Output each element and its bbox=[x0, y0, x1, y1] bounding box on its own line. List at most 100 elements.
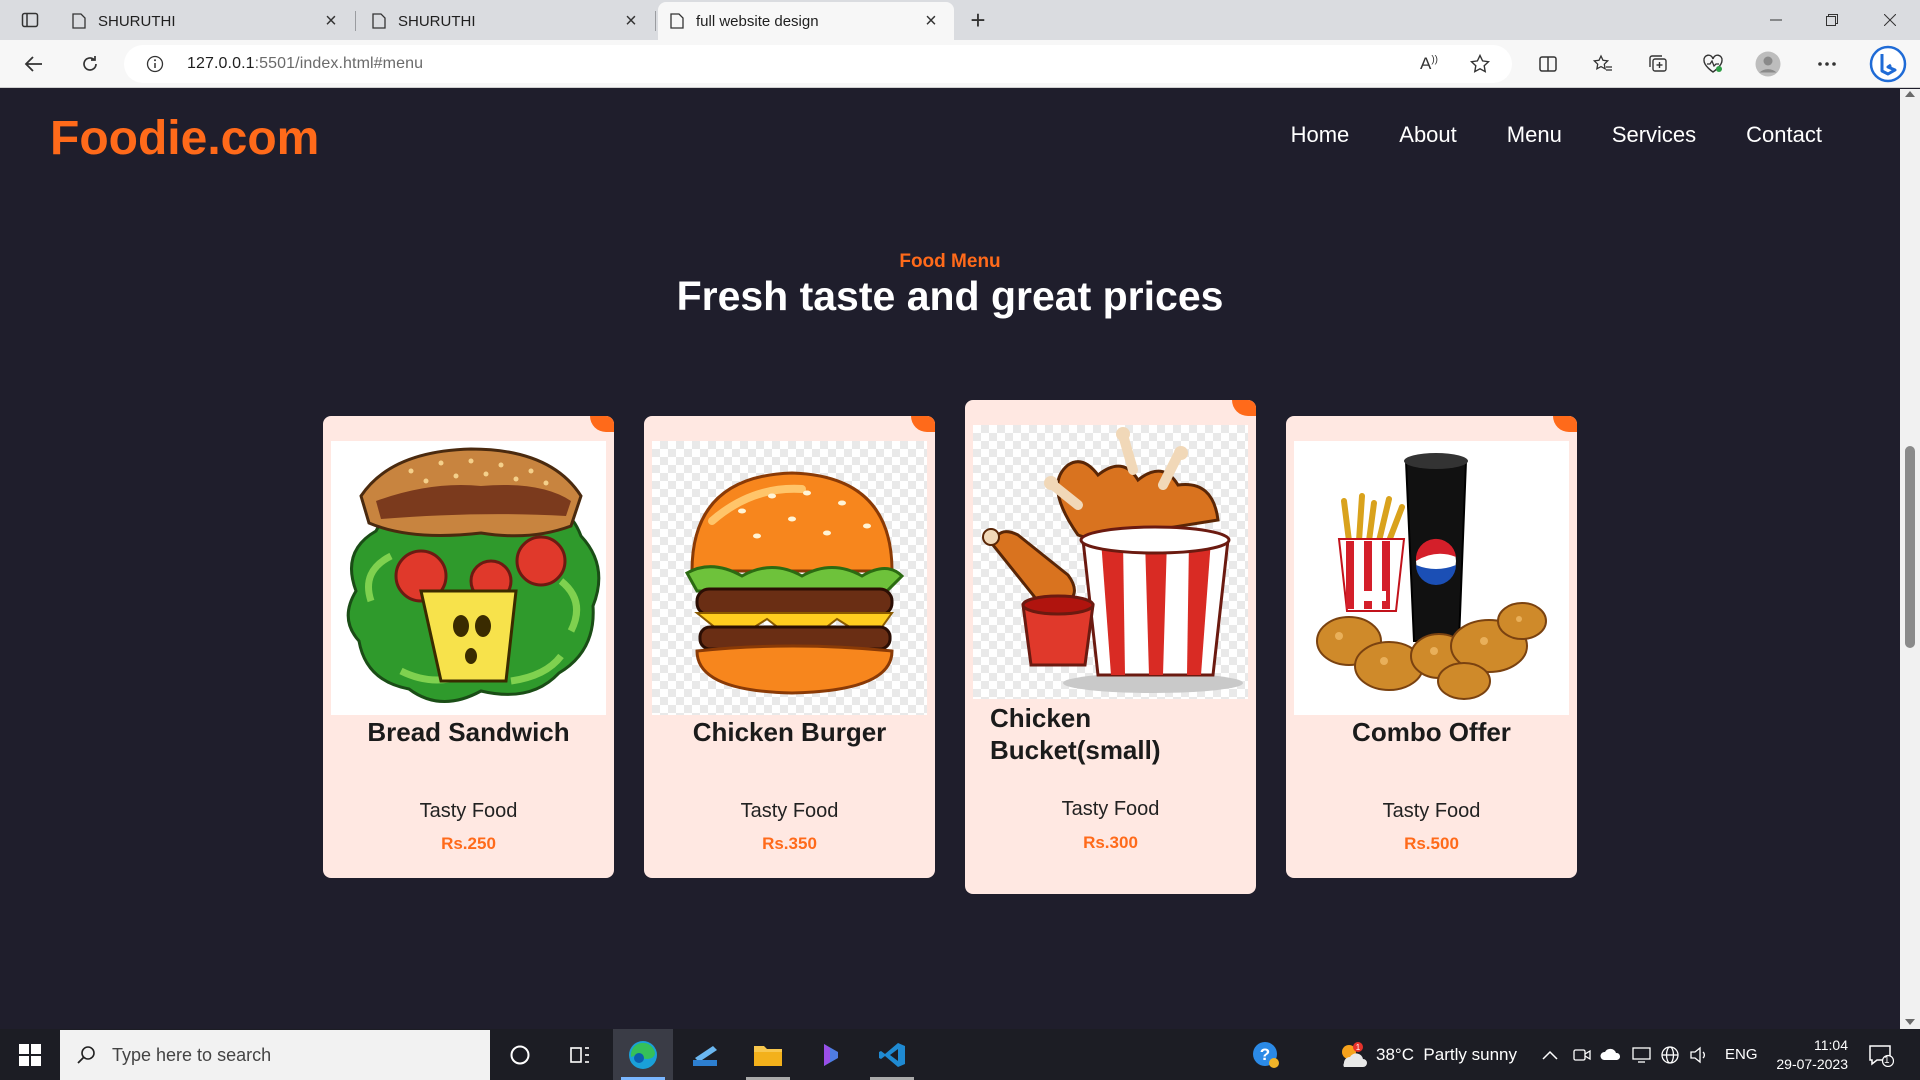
close-tab-icon[interactable]: × bbox=[320, 10, 342, 33]
tab-title: SHURUTHI bbox=[398, 12, 476, 30]
meet-now-icon[interactable] bbox=[1573, 1029, 1591, 1080]
more-options-icon[interactable] bbox=[1811, 48, 1843, 80]
scroll-down-arrow-icon[interactable] bbox=[1905, 1019, 1915, 1025]
help-icon[interactable]: ? bbox=[1240, 1029, 1292, 1080]
task-view-icon[interactable] bbox=[550, 1029, 610, 1080]
browser-tab-active[interactable]: full website design × bbox=[658, 2, 954, 40]
new-tab-button[interactable]: + bbox=[964, 5, 992, 35]
minimize-button[interactable] bbox=[1748, 0, 1804, 40]
restore-button[interactable] bbox=[1804, 0, 1860, 40]
collections-icon[interactable] bbox=[1642, 48, 1674, 80]
page-icon bbox=[670, 13, 684, 29]
card-price: Rs.300 bbox=[1083, 833, 1138, 852]
nav-home[interactable]: Home bbox=[1291, 122, 1350, 148]
card-price: Rs.250 bbox=[441, 834, 496, 853]
copilot-app-icon[interactable] bbox=[800, 1029, 860, 1080]
vscode-icon[interactable] bbox=[862, 1029, 922, 1080]
card-title: Bread Sandwich bbox=[367, 717, 570, 747]
close-tab-icon[interactable]: × bbox=[620, 10, 642, 33]
card-corner-accent bbox=[590, 416, 614, 432]
back-icon[interactable] bbox=[18, 48, 50, 80]
weather-text: 38°C Partly sunny bbox=[1376, 1044, 1517, 1064]
windows-start-icon[interactable] bbox=[0, 1029, 60, 1080]
windows-taskbar: Type here to search ? 1 38°C Partly sunn… bbox=[0, 1029, 1920, 1080]
menu-card-chicken-burger[interactable]: Chicken Burger Tasty Food Rs.350 bbox=[644, 416, 935, 878]
card-description: Tasty Food bbox=[419, 800, 518, 822]
file-explorer-pin-icon[interactable] bbox=[676, 1029, 736, 1080]
menu-card-combo-offer[interactable]: Combo Offer Tasty Food Rs.500 bbox=[1286, 416, 1577, 878]
page-scrollbar[interactable] bbox=[1900, 89, 1920, 1029]
favorite-star-icon[interactable] bbox=[1470, 54, 1490, 74]
card-title: Chicken Burger bbox=[692, 717, 887, 747]
nav-about[interactable]: About bbox=[1399, 122, 1457, 148]
menu-card-bread-sandwich[interactable]: Bread Sandwich Tasty Food Rs.250 bbox=[323, 416, 614, 878]
tab-title: full website design bbox=[696, 12, 819, 30]
volume-icon[interactable] bbox=[1689, 1029, 1709, 1080]
display-icon[interactable] bbox=[1632, 1029, 1652, 1080]
nav-services[interactable]: Services bbox=[1612, 122, 1696, 148]
split-screen-icon[interactable] bbox=[1532, 48, 1564, 80]
clock-date: 29-07-2023 bbox=[1776, 1055, 1848, 1072]
weather-icon: 1 bbox=[1342, 1041, 1367, 1067]
svg-text:?: ? bbox=[1260, 1045, 1270, 1064]
language-indicator[interactable]: ENG bbox=[1725, 1029, 1758, 1080]
url-path: :5501/index.html#menu bbox=[254, 55, 424, 72]
card-corner-accent bbox=[1553, 416, 1577, 432]
nav-menu[interactable]: Menu bbox=[1507, 122, 1562, 148]
bing-copilot-icon[interactable] bbox=[1868, 44, 1908, 84]
card-title: Chicken Bucket(small) bbox=[990, 703, 1161, 765]
card-price: Rs.500 bbox=[1404, 834, 1459, 853]
combo-offer-image bbox=[1294, 441, 1569, 715]
profile-avatar[interactable] bbox=[1752, 48, 1784, 80]
tab-title: SHURUTHI bbox=[98, 12, 176, 30]
main-nav: Home About Menu Services Contact bbox=[1291, 122, 1822, 148]
edge-taskbar-icon[interactable] bbox=[613, 1029, 673, 1080]
favorites-icon[interactable] bbox=[1587, 48, 1619, 80]
site-logo[interactable]: Foodie.com bbox=[50, 111, 319, 166]
nav-contact[interactable]: Contact bbox=[1746, 122, 1822, 148]
page-icon bbox=[72, 13, 86, 29]
weather-widget[interactable]: 1 38°C Partly sunny bbox=[1336, 1029, 1517, 1080]
browser-tab-2[interactable]: SHURUTHI × bbox=[360, 2, 656, 40]
browser-essentials-icon[interactable] bbox=[1697, 48, 1729, 80]
taskbar-search-input[interactable]: Type here to search bbox=[60, 1030, 490, 1080]
menu-card-chicken-bucket[interactable]: Chicken Bucket(small) Tasty Food Rs.300 bbox=[965, 400, 1256, 894]
address-bar[interactable]: 127.0.0.1:5501/index.html#menu A)) bbox=[124, 45, 1512, 83]
page-icon bbox=[372, 13, 386, 29]
notification-count: 1 bbox=[1884, 1055, 1890, 1066]
scroll-thumb[interactable] bbox=[1905, 446, 1915, 648]
close-tab-icon[interactable]: × bbox=[920, 10, 942, 33]
refresh-icon[interactable] bbox=[74, 48, 106, 80]
site-info-icon[interactable] bbox=[146, 55, 164, 73]
section-subtitle: Food Menu bbox=[899, 251, 1001, 272]
chicken-bucket-image bbox=[973, 425, 1248, 699]
url-host: 127.0.0.1 bbox=[187, 55, 255, 72]
card-description: Tasty Food bbox=[1061, 798, 1160, 820]
burger-image bbox=[652, 441, 927, 715]
card-description: Tasty Food bbox=[740, 800, 839, 822]
network-globe-icon[interactable] bbox=[1660, 1029, 1680, 1080]
show-hidden-icons-icon[interactable] bbox=[1542, 1029, 1558, 1080]
onedrive-icon[interactable] bbox=[1600, 1029, 1622, 1080]
search-icon bbox=[76, 1045, 96, 1065]
folder-icon[interactable] bbox=[738, 1029, 798, 1080]
card-corner-accent bbox=[1232, 400, 1256, 416]
notifications-icon[interactable]: 1 bbox=[1868, 1029, 1894, 1080]
browser-tab-strip: SHURUTHI × SHURUTHI × full website desig… bbox=[0, 0, 1920, 40]
url-text[interactable]: 127.0.0.1:5501/index.html#menu bbox=[187, 55, 423, 73]
card-title: Combo Offer bbox=[1352, 717, 1511, 747]
sandwich-image bbox=[331, 441, 606, 715]
browser-tab-1[interactable]: SHURUTHI × bbox=[60, 2, 356, 40]
card-description: Tasty Food bbox=[1382, 800, 1481, 822]
section-title: Fresh taste and great prices bbox=[676, 273, 1224, 319]
search-placeholder: Type here to search bbox=[112, 1044, 272, 1065]
website-viewport: Foodie.com Home About Menu Services Cont… bbox=[0, 89, 1900, 1029]
tab-actions-icon[interactable] bbox=[14, 4, 46, 36]
browser-toolbar: 127.0.0.1:5501/index.html#menu A)) bbox=[0, 40, 1920, 88]
scroll-up-arrow-icon[interactable] bbox=[1905, 91, 1915, 97]
clock-time: 11:04 bbox=[1814, 1036, 1848, 1053]
clock[interactable]: 11:04 29-07-2023 bbox=[1768, 1029, 1848, 1080]
read-aloud-icon[interactable]: A)) bbox=[1420, 54, 1438, 74]
close-window-button[interactable] bbox=[1862, 0, 1918, 40]
cortana-icon[interactable] bbox=[490, 1029, 550, 1080]
